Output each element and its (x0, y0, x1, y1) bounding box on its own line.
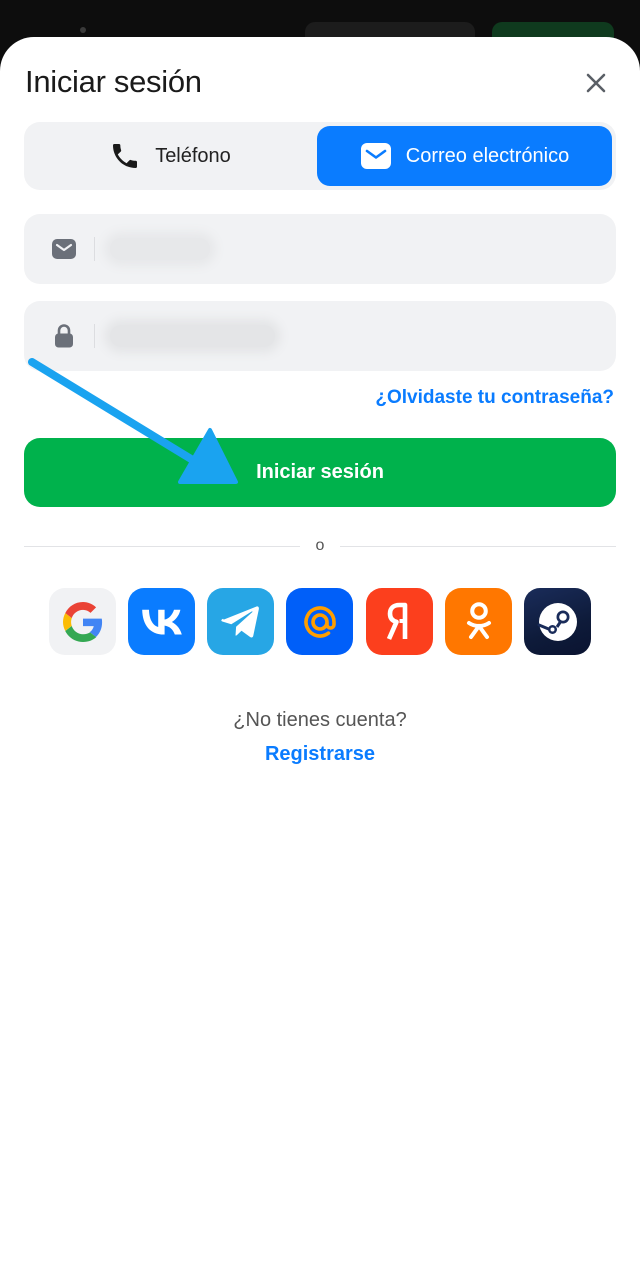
tab-phone-label: Teléfono (155, 144, 231, 167)
tab-email-label: Correo electrónico (405, 144, 570, 167)
password-input[interactable] (106, 313, 586, 359)
tab-email[interactable]: Correo electrónico (317, 126, 612, 186)
phone-icon (113, 144, 138, 168)
email-input[interactable] (106, 226, 586, 272)
page-title: Iniciar sesión (25, 64, 202, 99)
close-icon (586, 73, 606, 93)
google-login-button[interactable] (49, 588, 116, 655)
divider-label: o (315, 537, 325, 554)
envelope-icon (50, 236, 78, 262)
field-separator (94, 324, 95, 348)
password-field (24, 301, 616, 371)
odnoklassniki-login-button[interactable] (445, 588, 512, 655)
login-method-switch: Teléfono Correo electrónico (24, 122, 616, 190)
telegram-login-button[interactable] (207, 588, 274, 655)
close-button[interactable] (580, 67, 612, 99)
vk-icon (141, 609, 182, 634)
envelope-icon (360, 143, 391, 169)
field-separator (94, 237, 95, 261)
login-sheet: Iniciar sesión Teléfono Correo electróni… (0, 37, 640, 1280)
tab-phone[interactable]: Teléfono (28, 126, 312, 186)
steam-login-button[interactable] (524, 588, 591, 655)
login-button[interactable]: Iniciar sesión (24, 438, 616, 507)
vk-login-button[interactable] (128, 588, 195, 655)
telegram-icon (220, 605, 259, 637)
ok-icon (466, 601, 491, 639)
steam-icon (537, 602, 577, 641)
divider-line (340, 546, 616, 547)
login-button-label: Iniciar sesión (256, 461, 384, 483)
divider-line (24, 546, 300, 547)
no-account-text: ¿No tienes cuenta? (233, 709, 407, 731)
status-dot (80, 27, 86, 33)
mailru-login-button[interactable] (286, 588, 353, 655)
status-bar (0, 0, 640, 42)
lock-icon (50, 323, 78, 349)
mail-at-icon (303, 605, 336, 638)
forgot-password-link[interactable]: ¿Olvidaste tu contraseña? (375, 387, 614, 409)
google-icon (62, 601, 102, 642)
email-field (24, 214, 616, 284)
yandex-login-button[interactable] (366, 588, 433, 655)
register-link[interactable]: Registrarse (0, 743, 640, 766)
yandex-icon (386, 602, 407, 640)
